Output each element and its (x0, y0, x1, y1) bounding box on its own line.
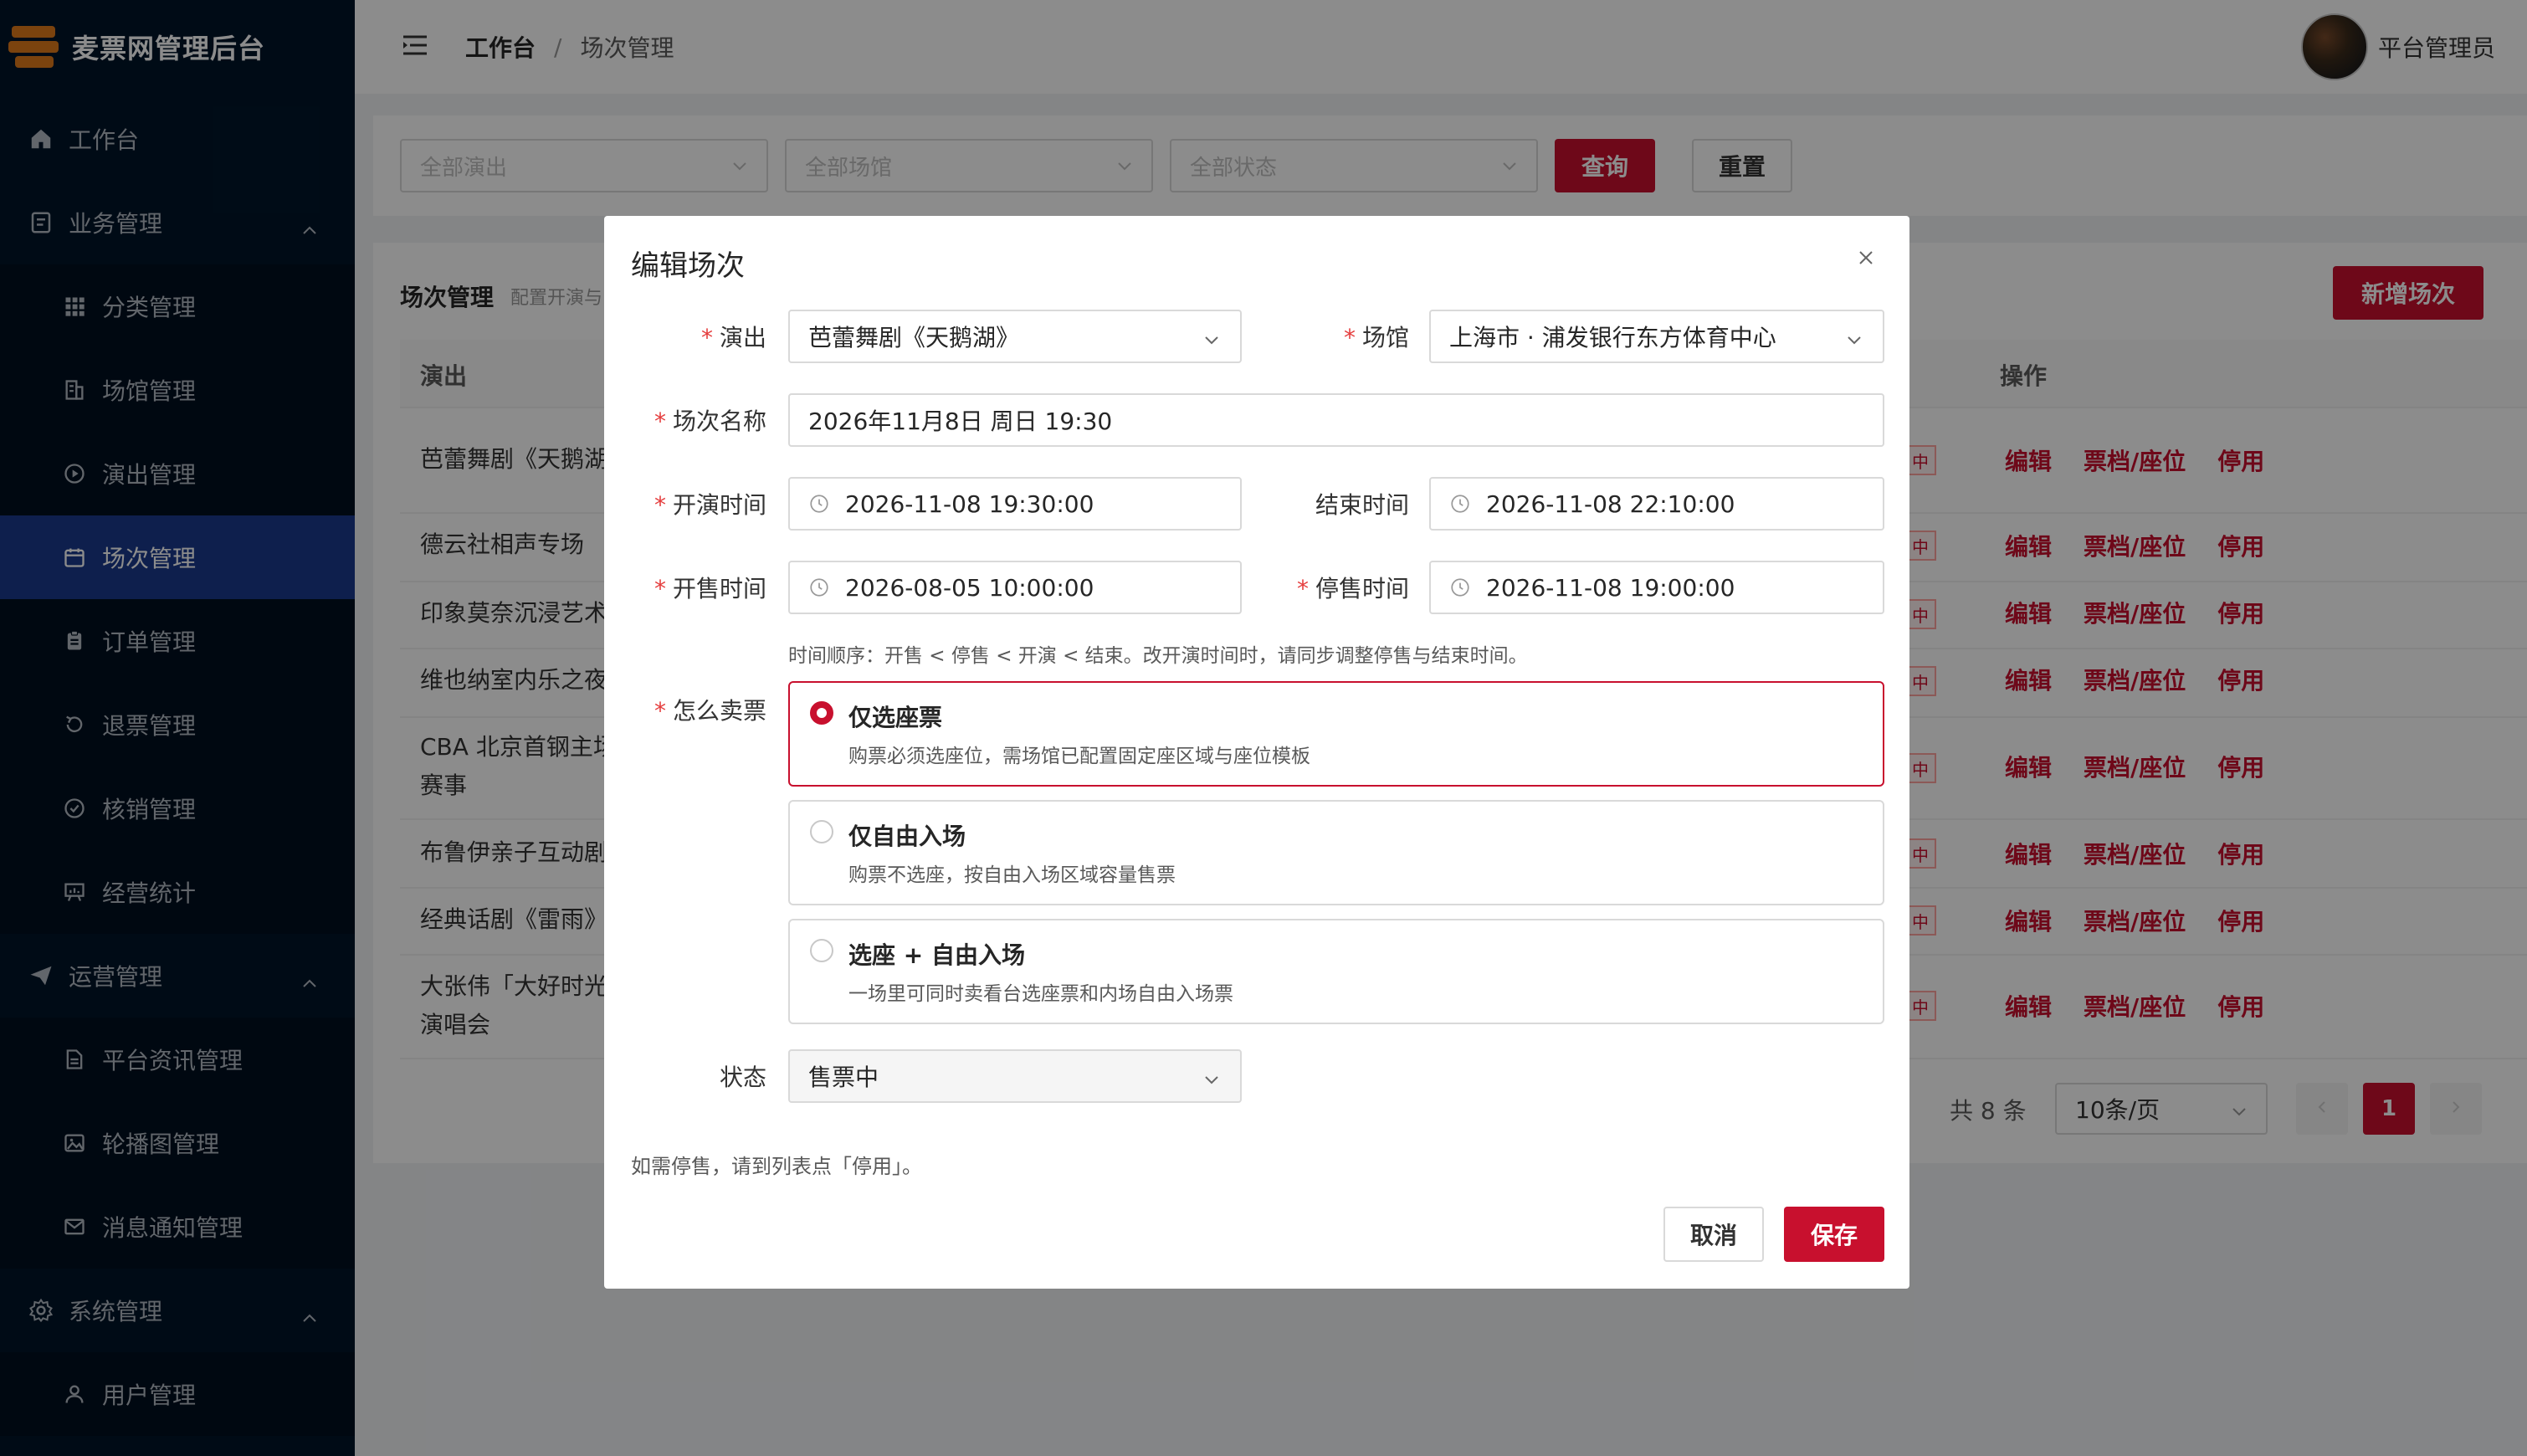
sale-start-picker[interactable]: 2026-08-05 10:00:00 (788, 561, 1242, 614)
modal-title: 编辑场次 (631, 249, 745, 283)
sell-option-seat-only[interactable]: 仅选座票 购票必须选座位，需场馆已配置固定座区域与座位模板 (788, 681, 1884, 787)
end-time-value: 2026-11-08 22:10:00 (1486, 490, 1735, 518)
close-icon[interactable] (1849, 241, 1883, 274)
session-name-value: 2026年11月8日 周日 19:30 (808, 408, 1113, 435)
time-order-hint: 时间顺序：开售 < 停售 < 开演 < 结束。改开演时间时，请同步调整停售与结束… (788, 645, 1528, 667)
stop-sale-note: 如需停售，请到列表点「停用」。 (631, 1155, 922, 1178)
option-title: 选座 + 自由入场 (848, 941, 1025, 969)
status-select[interactable]: 售票中 (788, 1049, 1242, 1103)
edit-session-modal: 编辑场次 * 演出 芭蕾舞剧《天鹅湖》 * 场馆 上海市 · 浦发银行东方体育中心 … (604, 216, 1909, 1289)
option-desc: 一场里可同时卖看台选座票和内场自由入场票 (848, 983, 1233, 1005)
sale-stop-label: * 停售时间 (1296, 575, 1409, 602)
show-label: * 演出 (700, 324, 766, 351)
start-time-label: * 开演时间 (654, 491, 766, 519)
sell-option-free-entry[interactable]: 仅自由入场 购票不选座，按自由入场区域容量售票 (788, 800, 1884, 905)
status-label: 状态 (719, 1064, 766, 1091)
sale-stop-value: 2026-11-08 19:00:00 (1486, 573, 1735, 602)
clock-icon (1449, 493, 1471, 515)
radio-unchecked[interactable] (810, 820, 833, 843)
chevron-down-icon (1202, 1068, 1222, 1095)
venue-label: * 场馆 (1343, 324, 1409, 351)
show-select[interactable]: 芭蕾舞剧《天鹅湖》 (788, 310, 1242, 363)
status-select-value: 售票中 (808, 1064, 879, 1091)
clock-icon (1449, 577, 1471, 598)
start-time-value: 2026-11-08 19:30:00 (845, 490, 1094, 518)
option-desc: 购票必须选座位，需场馆已配置固定座区域与座位模板 (848, 746, 1310, 767)
clock-icon (808, 577, 830, 598)
option-title: 仅选座票 (848, 704, 943, 731)
option-desc: 购票不选座，按自由入场区域容量售票 (848, 864, 1176, 886)
radio-unchecked[interactable] (810, 939, 833, 962)
session-name-label: * 场次名称 (654, 408, 766, 435)
sale-start-value: 2026-08-05 10:00:00 (845, 573, 1094, 602)
save-button[interactable]: 保存 (1784, 1207, 1884, 1262)
radio-checked[interactable] (810, 701, 833, 725)
sale-start-label: * 开售时间 (654, 575, 766, 602)
chevron-down-icon (1202, 328, 1222, 356)
start-time-picker[interactable]: 2026-11-08 19:30:00 (788, 477, 1242, 531)
chevron-down-icon (1844, 328, 1864, 356)
clock-icon (808, 493, 830, 515)
session-name-input[interactable]: 2026年11月8日 周日 19:30 (788, 393, 1884, 447)
venue-select[interactable]: 上海市 · 浦发银行东方体育中心 (1429, 310, 1884, 363)
option-title: 仅自由入场 (848, 823, 966, 850)
sell-option-mixed[interactable]: 选座 + 自由入场 一场里可同时卖看台选座票和内场自由入场票 (788, 919, 1884, 1024)
end-time-label: 结束时间 (1315, 491, 1409, 519)
show-select-value: 芭蕾舞剧《天鹅湖》 (808, 324, 1020, 351)
end-time-picker[interactable]: 2026-11-08 22:10:00 (1429, 477, 1884, 531)
sell-mode-label: * 怎么卖票 (654, 697, 766, 725)
venue-select-value: 上海市 · 浦发银行东方体育中心 (1449, 324, 1776, 351)
cancel-button[interactable]: 取消 (1663, 1207, 1764, 1262)
sale-stop-picker[interactable]: 2026-11-08 19:00:00 (1429, 561, 1884, 614)
